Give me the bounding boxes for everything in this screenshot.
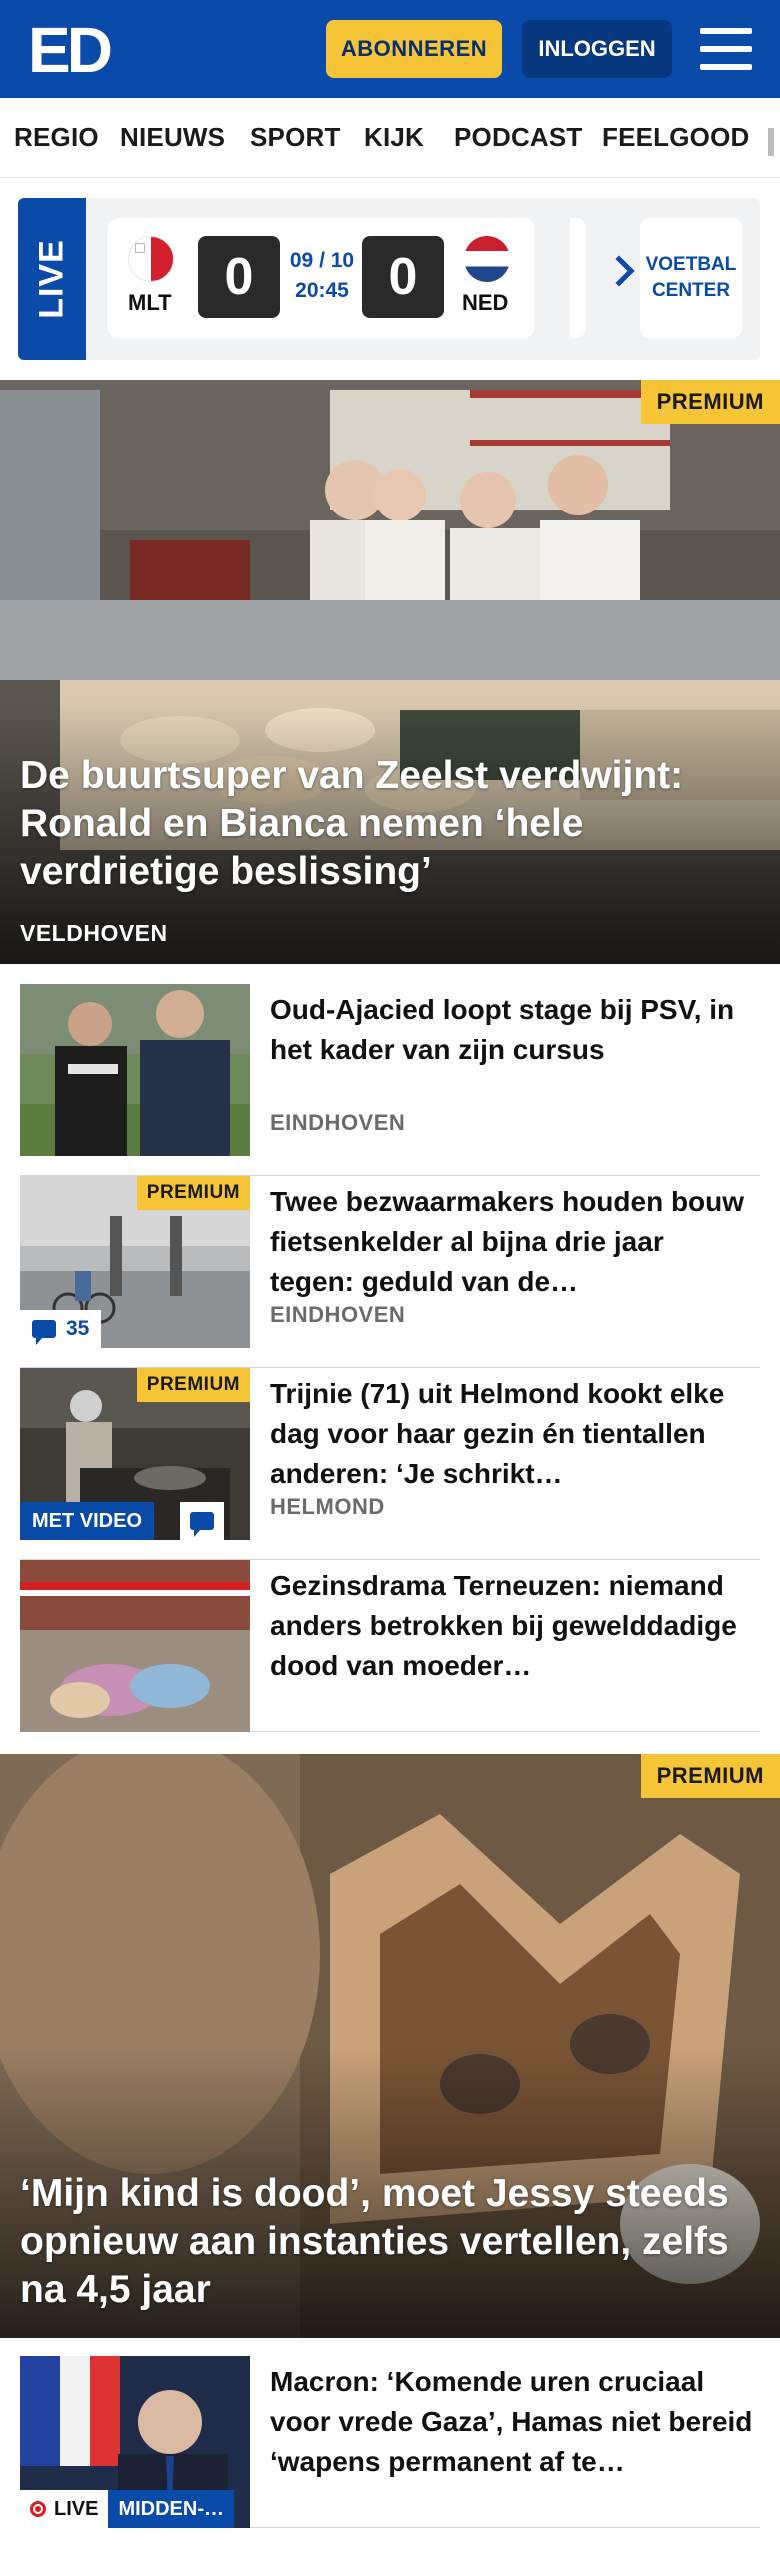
- article-thumbnail: [20, 1560, 250, 1732]
- match-date: 09 / 10: [289, 249, 355, 272]
- article-thumbnail: LIVE MIDDEN-…: [20, 2356, 250, 2528]
- comment-icon[interactable]: [180, 1502, 224, 1540]
- premium-badge: PREMIUM: [640, 1754, 780, 1798]
- hero-article-jessy[interactable]: PREMIUM ‘Mijn kind is dood’, moet Jessy …: [0, 1754, 780, 2338]
- article-title[interactable]: Twee bezwaarmakers houden bouw fietsenke…: [270, 1182, 754, 1302]
- article-title[interactable]: Macron: ‘Komende uren cruciaal voor vred…: [270, 2362, 754, 2482]
- subscribe-button[interactable]: ABONNEREN: [326, 20, 502, 78]
- nav-item-sport[interactable]: SPORT: [250, 122, 341, 153]
- premium-badge: PREMIUM: [136, 1176, 250, 1210]
- login-button[interactable]: INLOGGEN: [522, 20, 672, 78]
- article-title[interactable]: Oud-Ajacied loopt stage bij PSV, in het …: [270, 990, 754, 1070]
- match-datetime: 09 / 10 20:45: [284, 246, 360, 306]
- article-title[interactable]: Gezinsdrama Terneuzen: niemand anders be…: [270, 1566, 754, 1686]
- nav-item-nieuws[interactable]: NIEUWS: [120, 122, 225, 153]
- hero-title[interactable]: ‘Mijn kind is dood’, moet Jessy steeds o…: [20, 2170, 760, 2314]
- live-badge: LIVE: [20, 2490, 109, 2528]
- article-item-macron[interactable]: LIVE MIDDEN-… Macron: ‘Komende uren cruc…: [20, 2356, 760, 2528]
- article-item-terneuzen[interactable]: Gezinsdrama Terneuzen: niemand anders be…: [20, 1560, 760, 1732]
- menu-icon[interactable]: [700, 28, 752, 70]
- malta-flag-icon: [128, 236, 174, 282]
- article-thumbnail: PREMIUM 35: [20, 1176, 250, 1348]
- article-thumbnail: [20, 984, 250, 1156]
- live-label-text: LIVE: [32, 239, 71, 319]
- topic-badge: MIDDEN-…: [108, 2490, 234, 2528]
- live-scores-bar: LIVE MLT 0 09 / 10 20:45 0 NED VOETBAL C…: [18, 198, 760, 360]
- away-score: 0: [362, 236, 444, 318]
- nav-overflow-indicator: [768, 128, 774, 156]
- live-dot-icon: [30, 2501, 46, 2517]
- netherlands-flag-icon: [464, 236, 510, 282]
- site-logo[interactable]: ED: [28, 18, 113, 82]
- next-match-card-edge[interactable]: [570, 218, 586, 338]
- hero-article-buurtsuper[interactable]: PREMIUM De buurtsuper van Zeelst verdwij…: [0, 380, 780, 964]
- site-header: ED ABONNEREN INLOGGEN: [0, 0, 780, 98]
- article-location: EINDHOVEN: [270, 1110, 406, 1135]
- hero-title[interactable]: De buurtsuper van Zeelst verdwijnt: Rona…: [20, 752, 760, 896]
- article-item-fietsenkelder[interactable]: PREMIUM 35 Twee bezwaarmakers houden bou…: [20, 1176, 760, 1368]
- live-label: LIVE: [18, 198, 86, 360]
- nav-item-feelgood[interactable]: FEELGOOD: [602, 122, 750, 153]
- main-nav: REGIO NIEUWS SPORT KIJK PODCAST FEELGOOD: [0, 98, 780, 178]
- match-time: 20:45: [295, 279, 349, 302]
- comment-count-badge[interactable]: 35: [20, 1310, 102, 1348]
- article-location: EINDHOVEN: [270, 1302, 406, 1327]
- premium-badge: PREMIUM: [640, 380, 780, 424]
- live-topic-badges: LIVE MIDDEN-…: [20, 2490, 234, 2528]
- home-team: MLT: [128, 290, 172, 315]
- match-card[interactable]: MLT 0 09 / 10 20:45 0 NED: [108, 218, 534, 338]
- away-team: NED: [462, 290, 509, 315]
- hero-location: VELDHOVEN: [20, 920, 168, 946]
- comment-count: 35: [66, 1317, 90, 1340]
- nav-item-podcast[interactable]: PODCAST: [454, 122, 583, 153]
- nav-item-regio[interactable]: REGIO: [14, 122, 99, 153]
- comment-icon: [32, 1320, 56, 1345]
- video-badge: MET VIDEO: [20, 1502, 155, 1540]
- premium-badge: PREMIUM: [136, 1368, 250, 1402]
- article-location: HELMOND: [270, 1494, 385, 1519]
- nav-item-kijk[interactable]: KIJK: [364, 122, 424, 153]
- chevron-right-icon[interactable]: [603, 255, 635, 287]
- live-badge-label: LIVE: [54, 2497, 99, 2520]
- voetbal-center-link[interactable]: VOETBAL CENTER: [640, 218, 742, 338]
- article-thumbnail: PREMIUM MET VIDEO: [20, 1368, 250, 1540]
- home-score: 0: [198, 236, 280, 318]
- article-item-ajacied[interactable]: Oud-Ajacied loopt stage bij PSV, in het …: [20, 984, 760, 1176]
- article-item-trijnie[interactable]: PREMIUM MET VIDEO Trijnie (71) uit Helmo…: [20, 1368, 760, 1560]
- article-title[interactable]: Trijnie (71) uit Helmond kookt elke dag …: [270, 1374, 754, 1494]
